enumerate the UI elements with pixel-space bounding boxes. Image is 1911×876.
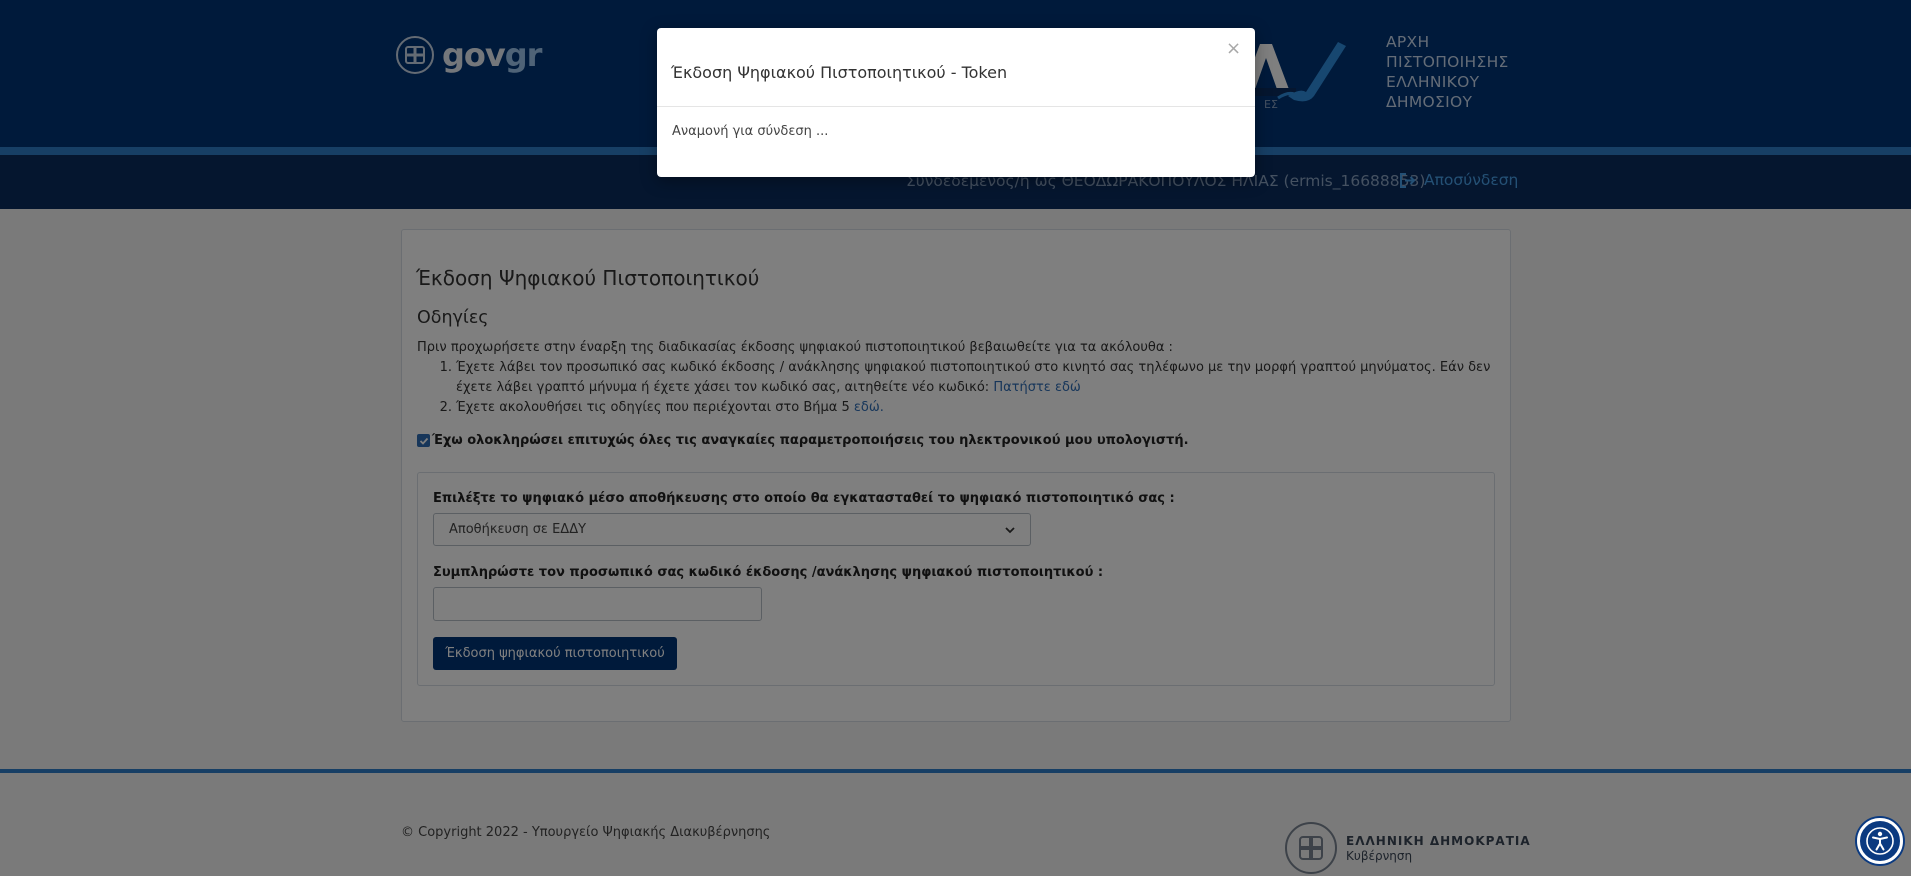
dialog-message: Αναμονή για σύνδεση ...	[672, 124, 829, 139]
accessibility-icon	[1866, 827, 1894, 855]
accessibility-button[interactable]	[1857, 818, 1903, 864]
dialog-title: Έκδοση Ψηφιακού Πιστοποιητικού - Token	[671, 63, 1008, 82]
token-dialog: Έκδοση Ψηφιακού Πιστοποιητικού - Token ×…	[657, 28, 1255, 177]
close-icon[interactable]: ×	[1226, 40, 1241, 58]
dialog-header: Έκδοση Ψηφιακού Πιστοποιητικού - Token ×	[657, 28, 1255, 107]
